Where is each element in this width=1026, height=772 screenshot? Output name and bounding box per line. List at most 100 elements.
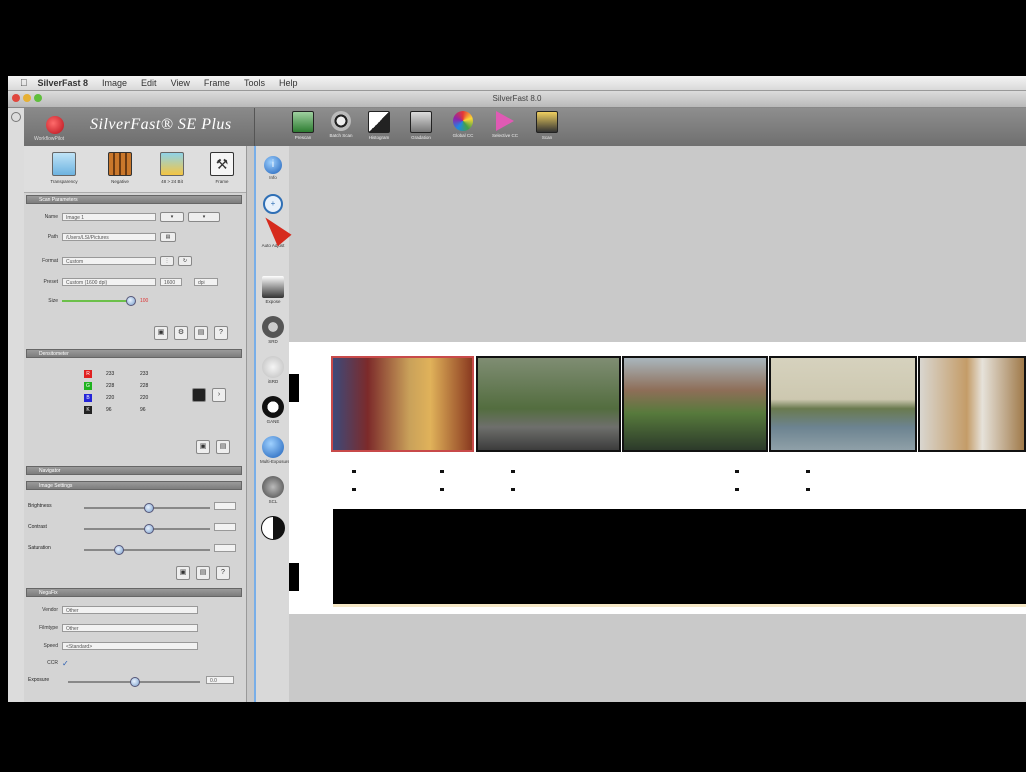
scan-parameters-header[interactable]: Scan Parameters [26, 195, 242, 204]
frame-mode-button[interactable]: ⚒ Frame [202, 152, 242, 184]
batch-scan-button[interactable]: Batch Scan [327, 111, 355, 138]
saturation-slider[interactable] [84, 545, 210, 555]
navigator-header[interactable]: Navigator [26, 466, 242, 475]
contrast-knob[interactable] [144, 524, 154, 534]
transparency-icon [52, 152, 76, 176]
empty-film-strip[interactable] [333, 509, 1026, 607]
transparency-mode-button[interactable]: Transparency [44, 152, 84, 184]
scl-tool-button[interactable]: SCL [260, 476, 286, 504]
folder-icon[interactable]: ▤ [160, 232, 176, 242]
vendor-select[interactable]: Other [62, 606, 198, 614]
filmtype-select[interactable]: Other [62, 624, 198, 632]
size-slider-knob[interactable] [126, 296, 136, 306]
resolution-field[interactable]: 1600 [160, 278, 182, 286]
filmstrip-left-tab-lower[interactable] [289, 563, 299, 591]
save-icon[interactable]: ▤ [194, 326, 208, 340]
name-counter-stepper[interactable]: ▾ [160, 212, 184, 222]
apple-menu-icon[interactable]:  [20, 78, 28, 89]
menu-edit[interactable]: Edit [141, 78, 157, 88]
preset-select[interactable]: Custom (1600 dpi) [62, 278, 156, 286]
film-frame-1[interactable] [331, 356, 474, 452]
selective-cc-button[interactable]: Selective CC [491, 111, 519, 138]
menu-help[interactable]: Help [279, 78, 298, 88]
path-field[interactable]: /Users/LSI/Pictures [62, 233, 156, 241]
gane-tool-button[interactable]: GANE [260, 396, 286, 424]
densitometer-options-button[interactable]: › [212, 388, 226, 402]
main-toolbar: Prescan Batch Scan Histogram Gradation G… [254, 108, 1026, 146]
brightness-slider[interactable] [84, 503, 210, 513]
bitdepth-mode-button[interactable]: 48 > 24 Bit [152, 152, 192, 184]
gear-icon[interactable] [11, 112, 21, 122]
format-row: Format Custom ⋮ ↻ [28, 256, 192, 266]
window-titlebar: SilverFast 8.0 [8, 91, 1026, 108]
film-frame-5[interactable] [918, 356, 1026, 452]
image-settings-save-icon[interactable]: ▤ [196, 566, 210, 580]
vendor-row: Vendor Other [28, 605, 198, 615]
negafix-header[interactable]: NegaFix [26, 588, 242, 597]
auto-adjust-tool-button[interactable]: Auto Adjust [260, 242, 286, 248]
image-settings-header[interactable]: Image Settings [26, 481, 242, 490]
path-row: Path /Users/LSI/Pictures ▤ [28, 232, 176, 242]
image-settings-help-icon[interactable]: ? [216, 566, 230, 580]
preview-area-top[interactable] [289, 146, 1026, 342]
workflowpilot-icon[interactable] [46, 116, 64, 134]
lock-icon[interactable]: ⋮ [160, 256, 174, 266]
brightness-knob[interactable] [144, 503, 154, 513]
densitometer-save-icon[interactable]: ▤ [216, 440, 230, 454]
frame-marker [440, 488, 444, 491]
expose-tool-button[interactable]: Expose [260, 276, 286, 304]
info-tool-button[interactable]: i Info [260, 156, 286, 180]
yinyang-tool-button[interactable] [260, 516, 286, 540]
densitometer-trash-icon[interactable]: ▣ [196, 440, 210, 454]
saturation-knob[interactable] [114, 545, 124, 555]
contrast-slider[interactable] [84, 524, 210, 534]
format-select[interactable]: Custom [62, 257, 156, 265]
menu-frame[interactable]: Frame [204, 78, 230, 88]
speed-select[interactable]: <Standard> [62, 642, 198, 650]
ccr-checkbox[interactable]: ✓ [62, 659, 69, 668]
film-frame-2[interactable] [476, 356, 621, 452]
histogram-button[interactable]: Histogram [365, 111, 393, 140]
global-cc-button[interactable]: Global CC [449, 111, 477, 138]
scan-button[interactable]: Scan [533, 111, 561, 140]
srd-tool-button[interactable]: SRD [260, 316, 286, 344]
unit-select[interactable]: dpi [194, 278, 218, 286]
menu-image[interactable]: Image [102, 78, 127, 88]
densitometer-row: R 233 233 [84, 368, 148, 380]
color-swatch[interactable] [192, 388, 206, 402]
preview-area-bottom[interactable] [289, 614, 1026, 702]
menu-tools[interactable]: Tools [244, 78, 265, 88]
rotate-icon[interactable]: ↻ [178, 256, 192, 266]
trash-icon[interactable]: ▣ [154, 326, 168, 340]
speed-row: Speed <Standard> [28, 641, 198, 651]
left-edge-strip [8, 108, 25, 702]
menu-view[interactable]: View [171, 78, 190, 88]
filmstrip-left-tab[interactable] [289, 374, 299, 402]
saturation-field[interactable] [214, 544, 236, 552]
densitometer-header[interactable]: Densitometer [26, 349, 242, 358]
gradation-button[interactable]: Gradation [407, 111, 435, 140]
densitometer-row: G 228 228 [84, 380, 148, 392]
negative-mode-button[interactable]: Negative [100, 152, 140, 184]
film-frame-3[interactable] [622, 356, 768, 452]
isrd-tool-button[interactable]: iSRD [260, 356, 286, 384]
exposure-knob[interactable] [130, 677, 140, 687]
brightness-field[interactable] [214, 502, 236, 510]
name-options-button[interactable]: ▾ [188, 212, 220, 222]
name-field[interactable]: Image 1 [62, 213, 156, 221]
image-settings-trash-icon[interactable]: ▣ [176, 566, 190, 580]
zoom-tool-button[interactable]: + [260, 194, 286, 214]
settings-icon[interactable]: ⚙ [174, 326, 188, 340]
prescan-button[interactable]: Prescan [289, 111, 317, 140]
menu-app[interactable]: SilverFast 8 [38, 78, 89, 88]
exposure-slider[interactable] [68, 677, 200, 687]
size-slider[interactable] [62, 296, 136, 306]
histogram-icon [368, 111, 390, 133]
multi-exposure-tool-button[interactable]: Multi-Exposure [260, 436, 290, 464]
size-row: Size 100 [48, 296, 149, 306]
exposure-field[interactable]: 0.0 [206, 676, 234, 684]
film-frame-4[interactable] [769, 356, 917, 452]
help-icon[interactable]: ? [214, 326, 228, 340]
batch-scan-icon [331, 111, 351, 131]
contrast-field[interactable] [214, 523, 236, 531]
